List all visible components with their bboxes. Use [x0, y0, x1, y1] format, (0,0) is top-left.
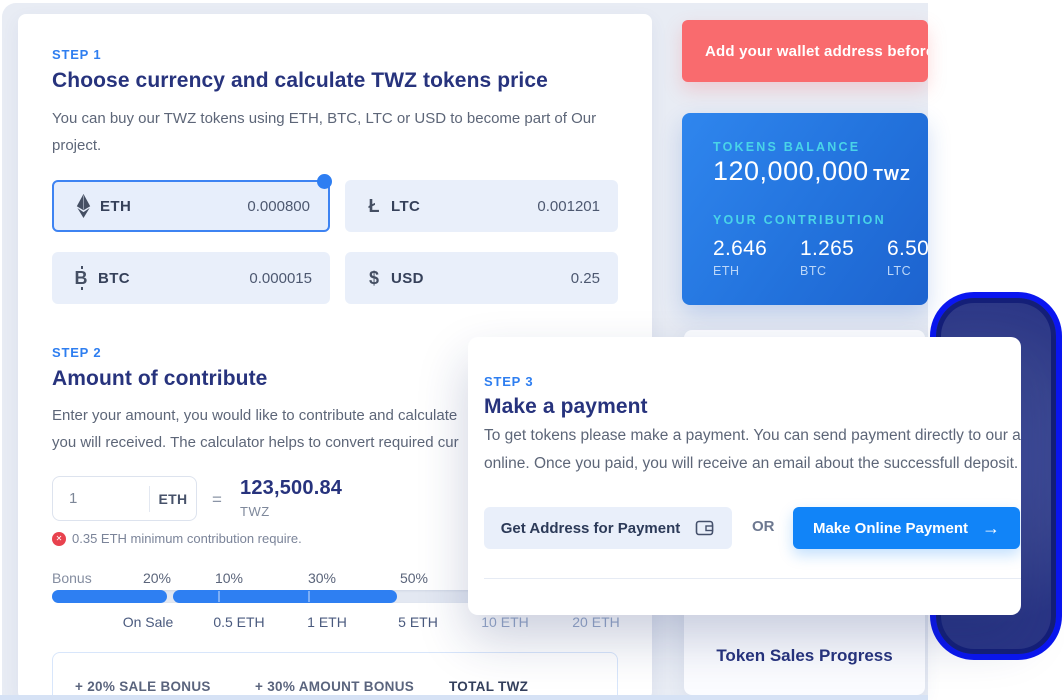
- converted-unit: TWZ: [240, 504, 270, 519]
- wallet-icon: [695, 519, 715, 537]
- make-payment-card: STEP 3 Make a payment To get tokens plea…: [468, 337, 1021, 615]
- your-contribution-label: YOUR CONTRIBUTION: [713, 213, 886, 227]
- step2-title: Amount of contribute: [52, 367, 267, 391]
- step3-label: STEP 3: [484, 374, 533, 389]
- get-address-label: Get Address for Payment: [501, 520, 681, 537]
- amount-unit-label: ETH: [150, 491, 196, 507]
- balance-number: 120,000,000: [713, 156, 869, 186]
- arrow-right-icon: →: [982, 518, 1000, 539]
- currency-code: ETH: [100, 198, 131, 215]
- currency-code: BTC: [98, 270, 130, 287]
- tokens-balance-label: TOKENS BALANCE: [713, 140, 860, 154]
- currency-option-eth[interactable]: ETH 0.000800: [52, 180, 330, 232]
- contribution-value: 1.265: [800, 237, 854, 261]
- bonus-percent: 30%: [308, 570, 336, 586]
- step3-description-line2: online. Once you paid, you will receive …: [484, 455, 1021, 473]
- bonus-tick: 0.5 ETH: [213, 614, 264, 630]
- bonus-tick: 20 ETH: [572, 614, 619, 630]
- step1-description-line2: project.: [52, 137, 612, 154]
- contribution-unit: LTC: [887, 264, 928, 278]
- error-icon: ✕: [52, 532, 66, 546]
- error-text: 0.35 ETH minimum contribution require.: [72, 531, 302, 546]
- bonus-percent: 10%: [215, 570, 243, 586]
- step2-label: STEP 2: [52, 345, 101, 360]
- bonus-progress-segment: [173, 590, 397, 603]
- step1-label: STEP 1: [52, 47, 101, 62]
- currency-code: LTC: [391, 198, 420, 215]
- bonus-percent: 20%: [143, 570, 171, 586]
- wallet-alert-text: Add your wallet address before buying: [682, 43, 928, 60]
- wallet-alert-banner[interactable]: Add your wallet address before buying: [682, 20, 928, 82]
- bonus-segment-separator: [308, 591, 310, 602]
- currency-option-btc[interactable]: B BTC 0.000015: [52, 252, 330, 304]
- dollar-icon: $: [357, 269, 391, 287]
- amount-input[interactable]: [53, 489, 149, 508]
- contribution-value: 2.646: [713, 237, 767, 261]
- bonus-percent: 50%: [400, 570, 428, 586]
- token-sales-progress-title: Token Sales Progress: [684, 646, 925, 666]
- total-twz-label: TOTAL TWZ: [449, 679, 528, 694]
- currency-rate: 0.000015: [249, 270, 312, 287]
- contribution-btc: 1.265 BTC: [800, 237, 854, 278]
- token-purchase-screen: STEP 1 Choose currency and calculate TWZ…: [0, 0, 1064, 700]
- or-separator: OR: [752, 518, 775, 535]
- bonus-axis-label: Bonus: [52, 570, 92, 586]
- contribution-unit: ETH: [713, 264, 767, 278]
- step3-title: Make a payment: [484, 395, 648, 419]
- currency-rate: 0.000800: [247, 198, 310, 215]
- step3-description-line1: To get tokens please make a payment. You…: [484, 427, 1021, 445]
- amount-input-box: ETH: [52, 476, 197, 521]
- bonus-tick: 5 ETH: [398, 614, 438, 630]
- contribution-unit: BTC: [800, 264, 854, 278]
- make-online-payment-button[interactable]: Make Online Payment →: [793, 507, 1020, 549]
- contribution-ltc: 6.506 LTC: [887, 237, 928, 278]
- ethereum-icon: [66, 194, 100, 218]
- step1-title: Choose currency and calculate TWZ tokens…: [52, 69, 548, 93]
- amount-bonus-label: + 30% AMOUNT BONUS: [255, 679, 414, 694]
- bottom-edge-strip: [0, 695, 928, 700]
- currency-option-ltc[interactable]: Ł LTC 0.001201: [345, 180, 618, 232]
- converted-amount: 123,500.84: [240, 477, 342, 500]
- currency-code: USD: [391, 270, 424, 287]
- contribution-value: 6.506: [887, 237, 928, 261]
- contribution-eth: 2.646 ETH: [713, 237, 767, 278]
- tokens-balance-card: TOKENS BALANCE 120,000,000 TWZ YOUR CONT…: [682, 113, 928, 305]
- currency-rate: 0.001201: [537, 198, 600, 215]
- minimum-contribution-error: ✕ 0.35 ETH minimum contribution require.: [52, 531, 302, 546]
- sale-bonus-label: + 20% SALE BONUS: [75, 679, 211, 694]
- equals-sign: =: [212, 490, 222, 510]
- get-address-button[interactable]: Get Address for Payment: [484, 507, 732, 549]
- currency-option-usd[interactable]: $ USD 0.25: [345, 252, 618, 304]
- bonus-tick: 10 ETH: [481, 614, 528, 630]
- bonus-segment-separator: [218, 591, 220, 602]
- bitcoin-icon: B: [64, 269, 98, 287]
- currency-rate: 0.25: [571, 270, 600, 287]
- litecoin-icon: Ł: [357, 197, 391, 215]
- bonus-progress-segment: [52, 590, 167, 603]
- bonus-tick: 1 ETH: [307, 614, 347, 630]
- selected-indicator-dot: [317, 174, 332, 189]
- step1-description-line1: You can buy our TWZ tokens using ETH, BT…: [52, 110, 612, 127]
- bonus-tick: On Sale: [123, 614, 174, 630]
- balance-unit: TWZ: [873, 167, 911, 184]
- tokens-balance-value: 120,000,000 TWZ: [713, 156, 911, 187]
- pay-button-label: Make Online Payment: [813, 520, 968, 537]
- step3-divider: [484, 578, 1021, 579]
